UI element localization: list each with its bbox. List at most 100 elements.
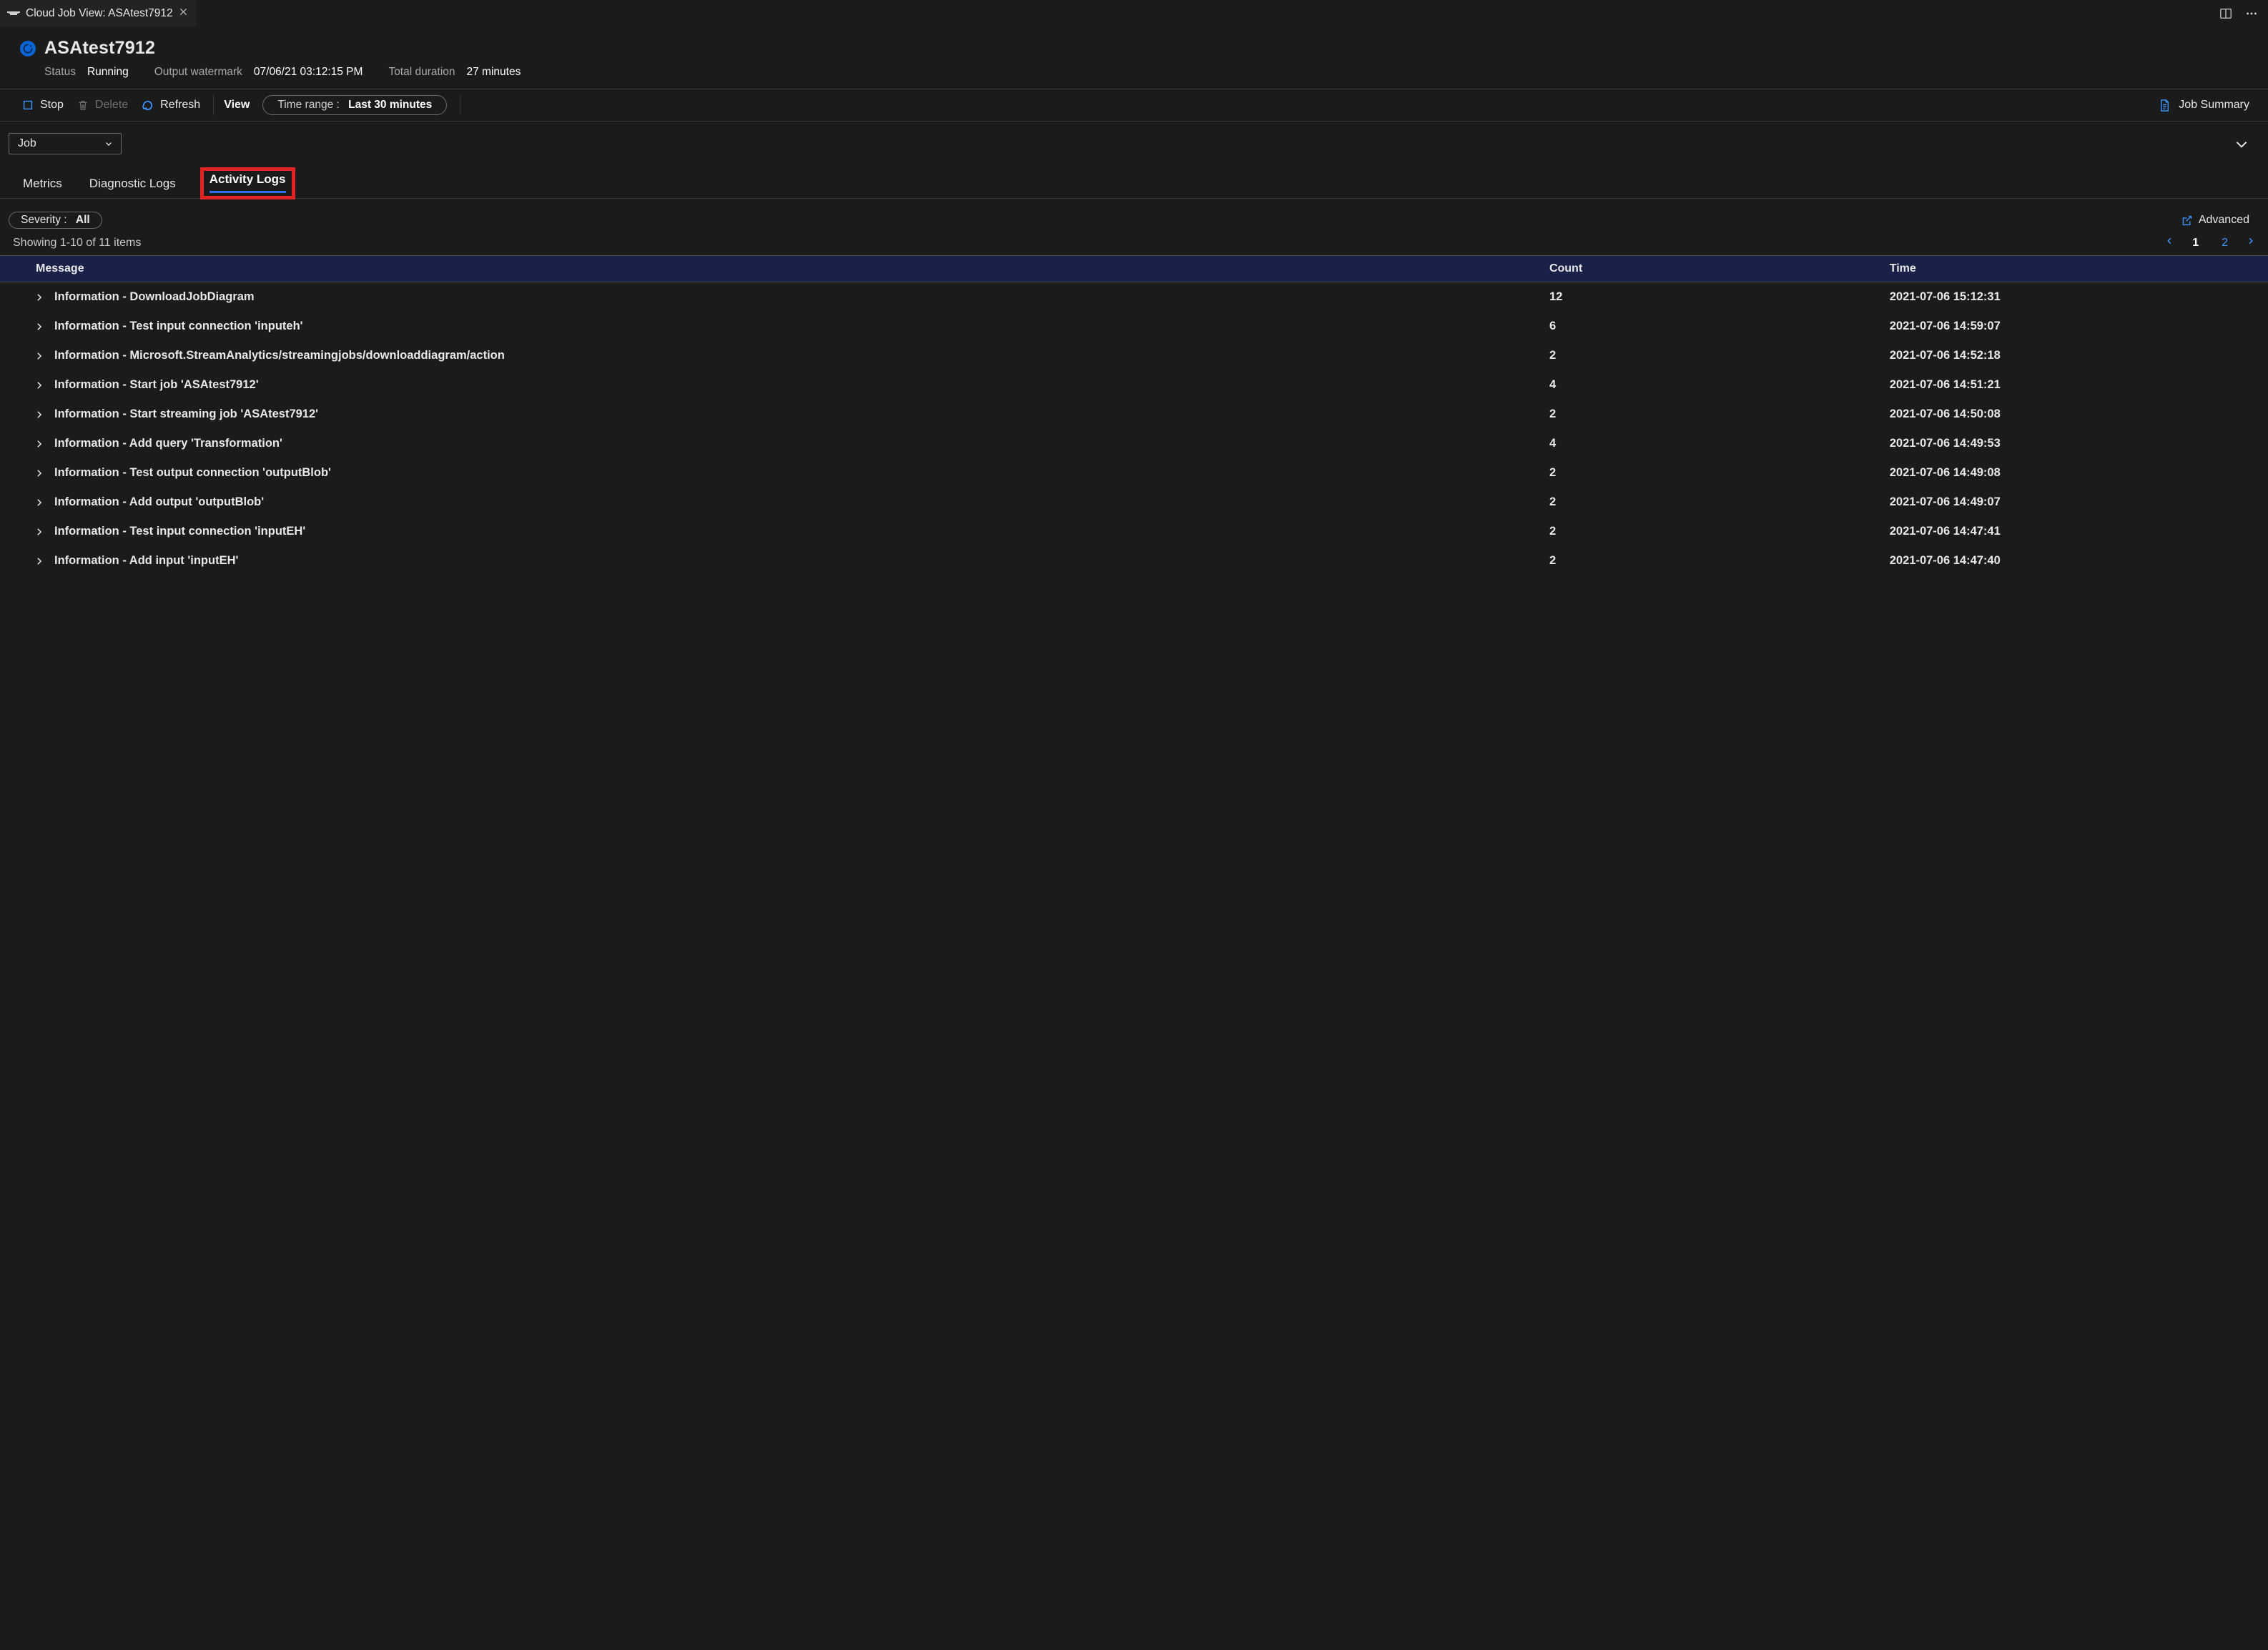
- job-header: ASAtest7912 Status Running Output waterm…: [0, 26, 2268, 89]
- chevron-right-icon[interactable]: [34, 468, 44, 478]
- advanced-label: Advanced: [2199, 214, 2249, 227]
- row-time: 2021-07-06 14:59:07: [1883, 312, 2268, 341]
- table-row[interactable]: Information - Start job 'ASAtest7912'420…: [0, 370, 2268, 400]
- row-message: Information - Test input connection 'inp…: [54, 320, 303, 333]
- time-range-value: Last 30 minutes: [348, 99, 432, 112]
- severity-filter[interactable]: Severity : All: [9, 212, 102, 229]
- row-time: 2021-07-06 14:50:08: [1883, 400, 2268, 429]
- status-value: Running: [87, 66, 129, 79]
- duration-value: 27 minutes: [467, 66, 521, 79]
- view-button[interactable]: View: [224, 99, 250, 112]
- refresh-icon: [141, 99, 154, 112]
- row-message: Information - Test input connection 'inp…: [54, 525, 305, 538]
- chevron-right-icon[interactable]: [34, 556, 44, 566]
- page-tabs: Metrics Diagnostic Logs Activity Logs: [0, 157, 2268, 199]
- row-time: 2021-07-06 14:49:53: [1883, 429, 2268, 458]
- editor-tab-title: Cloud Job View: ASAtest7912: [26, 7, 173, 20]
- refresh-button[interactable]: Refresh: [141, 99, 200, 112]
- tab-activity-logs[interactable]: Activity Logs: [200, 167, 295, 199]
- tab-activity-logs-label: Activity Logs: [209, 172, 286, 193]
- table-row[interactable]: Information - DownloadJobDiagram122021-0…: [0, 282, 2268, 312]
- refresh-label: Refresh: [160, 99, 200, 112]
- stop-button[interactable]: Stop: [21, 99, 64, 112]
- row-time: 2021-07-06 15:12:31: [1883, 282, 2268, 312]
- chevron-down-icon: [104, 139, 114, 149]
- external-link-icon: [2181, 214, 2193, 227]
- row-count: 2: [1542, 400, 1883, 429]
- time-range-selector[interactable]: Time range : Last 30 minutes: [262, 95, 447, 115]
- row-time: 2021-07-06 14:52:18: [1883, 341, 2268, 370]
- close-icon[interactable]: [179, 7, 188, 20]
- table-row[interactable]: Information - Add query 'Transformation'…: [0, 429, 2268, 458]
- pager: 12: [2165, 236, 2261, 250]
- result-count: Showing 1-10 of 11 items: [13, 237, 141, 250]
- prev-page-button[interactable]: [2165, 236, 2174, 250]
- chevron-right-icon[interactable]: [34, 380, 44, 390]
- severity-value: All: [76, 214, 90, 227]
- row-time: 2021-07-06 14:47:40: [1883, 546, 2268, 575]
- severity-label: Severity :: [21, 214, 67, 227]
- chevron-right-icon[interactable]: [34, 351, 44, 361]
- column-header-message[interactable]: Message: [0, 256, 1542, 282]
- chevron-right-icon[interactable]: [34, 439, 44, 449]
- delete-label: Delete: [95, 99, 128, 112]
- job-selector[interactable]: Job: [9, 133, 122, 154]
- row-time: 2021-07-06 14:49:08: [1883, 458, 2268, 488]
- job-icon: [20, 41, 36, 56]
- delete-button[interactable]: Delete: [77, 99, 128, 112]
- row-count: 4: [1542, 370, 1883, 400]
- advanced-link[interactable]: Advanced: [2181, 214, 2249, 227]
- job-selector-value: Job: [18, 137, 36, 150]
- table-row[interactable]: Information - Add input 'inputEH' 22021-0…: [0, 546, 2268, 575]
- table-row[interactable]: Information - Add output 'outputBlob' 220…: [0, 488, 2268, 517]
- status-label: Status: [44, 66, 76, 79]
- row-count: 2: [1542, 458, 1883, 488]
- editor-tab-bar: Cloud Job View: ASAtest7912: [0, 0, 2268, 26]
- chevron-right-icon[interactable]: [34, 498, 44, 508]
- more-icon[interactable]: [2245, 7, 2258, 20]
- duration-label: Total duration: [388, 66, 455, 79]
- stop-label: Stop: [40, 99, 64, 112]
- job-summary-label: Job Summary: [2179, 99, 2249, 112]
- stop-icon: [21, 99, 34, 112]
- activity-log-table: Message Count Time Information - Downloa…: [0, 255, 2268, 575]
- row-count: 2: [1542, 546, 1883, 575]
- chevron-right-icon[interactable]: [34, 410, 44, 420]
- row-message: Information - Add input 'inputEH': [54, 554, 238, 568]
- row-message: Information - Start job 'ASAtest7912': [54, 378, 259, 392]
- tab-diagnostic-logs[interactable]: Diagnostic Logs: [87, 174, 179, 198]
- table-row[interactable]: Information - Test output connection 'ou…: [0, 458, 2268, 488]
- watermark-label: Output watermark: [154, 66, 242, 79]
- table-row[interactable]: Information - Test input connection 'inp…: [0, 517, 2268, 546]
- delete-icon: [77, 99, 89, 112]
- tab-metrics[interactable]: Metrics: [20, 174, 65, 198]
- chevron-right-icon[interactable]: [34, 292, 44, 302]
- document-icon: [2158, 99, 2171, 112]
- chevron-right-icon[interactable]: [34, 527, 44, 537]
- row-time: 2021-07-06 14:47:41: [1883, 517, 2268, 546]
- row-count: 2: [1542, 488, 1883, 517]
- row-time: 2021-07-06 14:49:07: [1883, 488, 2268, 517]
- table-row[interactable]: Information - Start streaming job 'ASAte…: [0, 400, 2268, 429]
- chevron-right-icon[interactable]: [34, 322, 44, 332]
- row-message: Information - Add query 'Transformation': [54, 437, 282, 450]
- column-header-time[interactable]: Time: [1883, 256, 2268, 282]
- table-row[interactable]: Information - Microsoft.StreamAnalytics/…: [0, 341, 2268, 370]
- next-page-button[interactable]: [2247, 236, 2255, 250]
- job-summary-button[interactable]: Job Summary: [2158, 99, 2249, 112]
- row-message: Information - Add output 'outputBlob': [54, 495, 264, 509]
- collapse-panel-button[interactable]: [2234, 136, 2249, 152]
- row-message: Information - Test output connection 'ou…: [54, 466, 331, 480]
- table-row[interactable]: Information - Test input connection 'inp…: [0, 312, 2268, 341]
- page-title: ASAtest7912: [44, 38, 155, 59]
- list-icon: [7, 9, 20, 19]
- editor-tab[interactable]: Cloud Job View: ASAtest7912: [0, 0, 197, 26]
- row-message: Information - DownloadJobDiagram: [54, 290, 255, 304]
- column-header-count[interactable]: Count: [1542, 256, 1883, 282]
- row-count: 2: [1542, 341, 1883, 370]
- time-range-label: Time range :: [277, 99, 339, 112]
- split-editor-icon[interactable]: [2219, 7, 2232, 20]
- row-count: 4: [1542, 429, 1883, 458]
- page-2[interactable]: 2: [2222, 237, 2228, 250]
- page-1[interactable]: 1: [2192, 237, 2199, 250]
